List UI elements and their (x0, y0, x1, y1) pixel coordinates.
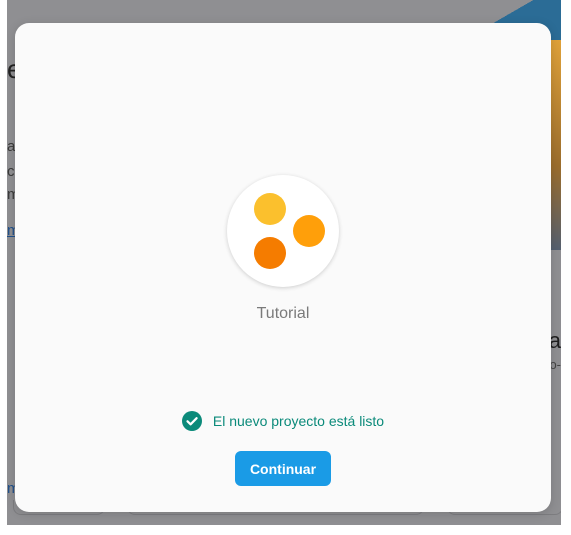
status-text: El nuevo proyecto está listo (212, 413, 385, 429)
project-logo (227, 175, 339, 287)
check-circle-icon (181, 411, 202, 431)
status-message: El nuevo proyecto está listo (15, 411, 551, 431)
logo-dot-amber (293, 215, 325, 247)
logo-dot-yellow (254, 193, 286, 225)
logo-dot-orange (254, 237, 286, 269)
project-name: Tutorial (256, 305, 310, 322)
background-card-text-fragment: o- (549, 357, 561, 372)
project-ready-dialog: Tutorial El nuevo proyecto está listo Co… (15, 23, 551, 512)
continue-button[interactable]: Continuar (235, 451, 331, 486)
